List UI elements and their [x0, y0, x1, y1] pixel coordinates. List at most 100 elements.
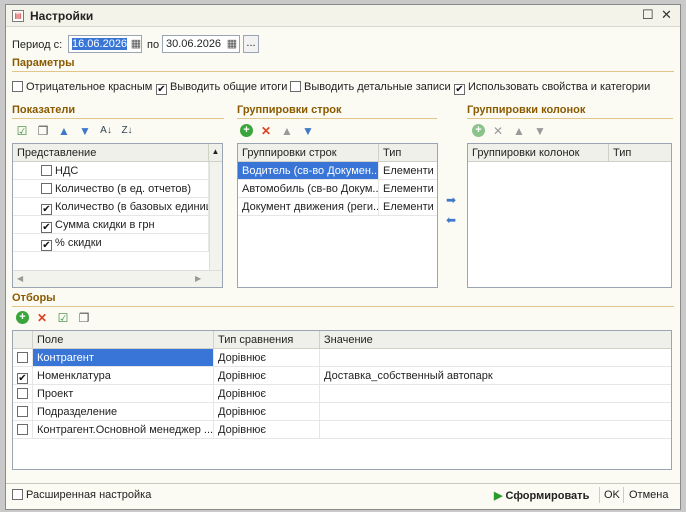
checkbox[interactable]: ✔	[17, 373, 28, 384]
row-groups-toolbar: + ✕ ▲ ▼	[240, 124, 321, 140]
filter-row-field[interactable]: Подразделение	[33, 403, 214, 421]
ok-button[interactable]: OK	[604, 489, 620, 501]
filter-row-check[interactable]	[13, 349, 33, 367]
move-up-icon[interactable]: ▲	[511, 124, 527, 138]
move-up-icon[interactable]: ▲	[56, 124, 72, 138]
row-groups-table[interactable]: Группировки строк Тип Водитель (св-во До…	[237, 143, 438, 288]
filter-row-field[interactable]: Контрагент.Основной менеджер ...	[33, 421, 214, 439]
period-select-button[interactable]: ...	[243, 35, 259, 53]
maximize-icon[interactable]: ☐	[642, 8, 654, 22]
checkbox[interactable]	[41, 165, 52, 176]
scroll-up-icon[interactable]: ▲	[209, 144, 222, 162]
filter-row-compare[interactable]: Дорівнює	[214, 403, 320, 421]
move-down-icon[interactable]: ▼	[77, 124, 93, 138]
checkbox[interactable]	[290, 81, 301, 92]
calendar-to-icon[interactable]: ▦	[226, 38, 238, 50]
col-groups-table[interactable]: Группировки колонок Тип	[467, 143, 672, 288]
settings-window: ▤ Настройки ☐ ✕ Период с: 16.06.2026 ▦ п…	[5, 4, 681, 510]
filter-row-check[interactable]	[13, 403, 33, 421]
table-row-type[interactable]: Елементи	[379, 198, 437, 216]
table-row-type[interactable]: Елементи	[379, 162, 437, 180]
filter-row-field[interactable]: Номенклатура	[33, 367, 214, 385]
move-right-icon[interactable]: ➡	[446, 193, 456, 207]
col-groups-col-type[interactable]: Тип	[609, 144, 671, 162]
filter-row-check[interactable]	[13, 385, 33, 403]
checkbox[interactable]: ✔	[41, 204, 52, 215]
checkbox[interactable]	[17, 352, 28, 363]
filter-row-check[interactable]: ✔	[13, 367, 33, 385]
cancel-button[interactable]: Отмена	[629, 489, 668, 501]
sort-asc-icon[interactable]: A↓	[98, 124, 114, 138]
filter-row-value[interactable]	[320, 421, 671, 439]
table-row-type[interactable]: Елементи	[379, 180, 437, 198]
scroll-right-icon[interactable]: ▶	[195, 274, 201, 283]
indicator-row[interactable]: Количество (в ед. отчетов)	[13, 180, 209, 198]
indicators-column-header[interactable]: Представление	[13, 144, 209, 162]
checkbox[interactable]	[17, 388, 28, 399]
filter-row-compare[interactable]: Дорівнює	[214, 385, 320, 403]
uncheck-all-icon[interactable]: ❐	[35, 124, 51, 138]
filter-row-field[interactable]: Контрагент	[33, 349, 214, 367]
filter-row-value[interactable]	[320, 349, 671, 367]
delete-icon[interactable]: ✕	[490, 124, 506, 138]
horizontal-scrollbar[interactable]: ◀ ▶	[13, 270, 222, 287]
move-down-icon[interactable]: ▼	[532, 124, 548, 138]
indicator-row[interactable]: ✔ Количество (в базовых единиц	[13, 198, 209, 216]
row-groups-col-type[interactable]: Тип	[379, 144, 437, 162]
add-icon[interactable]: +	[472, 124, 485, 137]
checkbox[interactable]: ✔	[454, 84, 465, 95]
add-icon[interactable]: +	[16, 311, 29, 324]
move-left-icon[interactable]: ⬅	[446, 213, 456, 227]
checkbox[interactable]: ✔	[41, 222, 52, 233]
uncheck-all-icon[interactable]: ❐	[76, 311, 92, 325]
param-use-properties[interactable]: ✔ Использовать свойства и категории	[454, 81, 650, 95]
indicators-list[interactable]: Представление ▲ НДС Количество (в ед. от…	[12, 143, 223, 288]
table-row-name[interactable]: Автомобиль (св-во Докум...	[238, 180, 379, 198]
close-icon[interactable]: ✕	[661, 8, 672, 22]
check-all-icon[interactable]: ☑	[14, 124, 30, 138]
table-row-name[interactable]: Водитель (св-во Докумен...	[238, 162, 379, 180]
sort-desc-icon[interactable]: Z↓	[119, 124, 135, 138]
filter-row-field[interactable]: Проект	[33, 385, 214, 403]
filter-row-compare[interactable]: Дорівнює	[214, 349, 320, 367]
checkbox[interactable]	[12, 489, 23, 500]
checkbox[interactable]	[17, 424, 28, 435]
param-show-details[interactable]: Выводить детальные записи	[290, 81, 451, 93]
filters-col-field[interactable]: Поле	[33, 331, 214, 349]
generate-button[interactable]: ▶ Сформировать	[494, 489, 589, 502]
play-icon: ▶	[494, 490, 503, 502]
filters-divider	[12, 306, 674, 307]
filter-row-value[interactable]	[320, 403, 671, 421]
checkbox[interactable]: ✔	[156, 84, 167, 95]
move-up-icon[interactable]: ▲	[279, 124, 295, 138]
vertical-scrollbar[interactable]	[209, 162, 222, 270]
move-down-icon[interactable]: ▼	[300, 124, 316, 138]
indicator-row[interactable]: ✔ Сумма скидки в грн	[13, 216, 209, 234]
extended-settings-toggle[interactable]: Расширенная настройка	[12, 489, 151, 501]
param-negative-red[interactable]: Отрицательное красным	[12, 81, 152, 93]
add-icon[interactable]: +	[240, 124, 253, 137]
filters-table[interactable]: Поле Тип сравнения Значение Контрагент Д…	[12, 330, 672, 470]
filter-row-value[interactable]: Доставка_собственный автопарк	[320, 367, 671, 385]
indicator-row[interactable]: ✔% скидки	[13, 234, 209, 252]
filter-row-check[interactable]	[13, 421, 33, 439]
checkbox[interactable]: ✔	[41, 240, 52, 251]
check-all-icon[interactable]: ☑	[55, 311, 71, 325]
checkbox[interactable]	[12, 81, 23, 92]
filter-row-compare[interactable]: Дорівнює	[214, 367, 320, 385]
row-groups-col-name[interactable]: Группировки строк	[238, 144, 379, 162]
filters-col-value[interactable]: Значение	[320, 331, 671, 349]
table-row-name[interactable]: Документ движения (реги...	[238, 198, 379, 216]
filter-row-compare[interactable]: Дорівнює	[214, 421, 320, 439]
indicator-row[interactable]: НДС	[13, 162, 209, 180]
checkbox[interactable]	[17, 406, 28, 417]
filter-row-value[interactable]	[320, 385, 671, 403]
delete-icon[interactable]: ✕	[258, 124, 274, 138]
calendar-from-icon[interactable]: ▦	[130, 38, 142, 50]
param-show-totals[interactable]: ✔ Выводить общие итоги	[156, 81, 287, 95]
delete-icon[interactable]: ✕	[34, 311, 50, 325]
checkbox[interactable]	[41, 183, 52, 194]
filters-col-compare[interactable]: Тип сравнения	[214, 331, 320, 349]
scroll-left-icon[interactable]: ◀	[17, 274, 23, 283]
col-groups-col-name[interactable]: Группировки колонок	[468, 144, 609, 162]
